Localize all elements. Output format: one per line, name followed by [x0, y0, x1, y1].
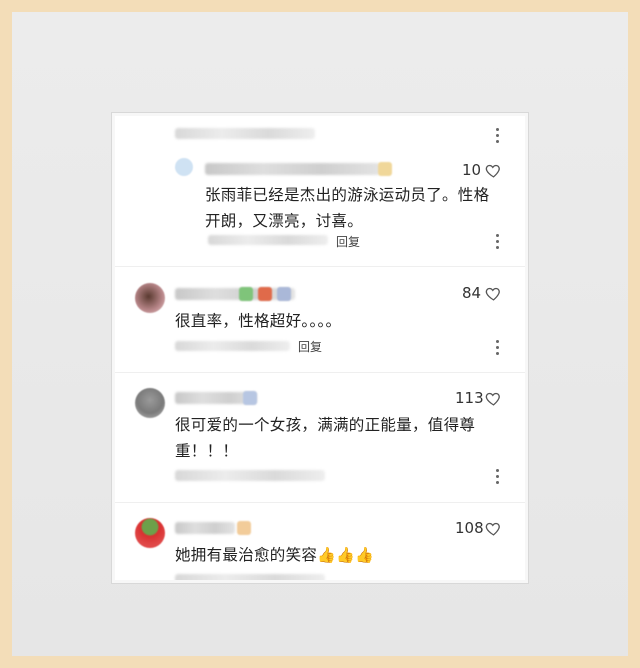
- more-options-icon[interactable]: [496, 234, 500, 250]
- comment-text: 张雨菲已经是杰出的游泳运动员了。性格开朗，又漂亮，讨喜。: [205, 186, 490, 230]
- blurred-timestamp: [208, 235, 328, 245]
- comment-text: 很可爱的一个女孩，满满的正能量，值得尊重！！！: [175, 416, 476, 460]
- thumbs-up-emoji: 👍👍👍: [317, 546, 375, 564]
- heart-outline-icon[interactable]: [485, 285, 502, 302]
- avatar[interactable]: [175, 158, 193, 176]
- avatar[interactable]: [135, 518, 165, 548]
- level-badge-icon: [243, 391, 257, 405]
- level-badge-icon: [239, 287, 253, 301]
- like-count: 108: [455, 519, 484, 537]
- comment-screenshot: 10 张雨菲已经是杰出的游泳运动员了。性格开朗，又漂亮，讨喜。 回复 84 很直…: [115, 116, 525, 580]
- avatar[interactable]: [135, 388, 165, 418]
- level-badge-icon: [378, 162, 392, 176]
- comment-text: 她拥有最治愈的笑容👍👍👍: [175, 542, 505, 568]
- fan-badge-icon: [277, 287, 291, 301]
- divider: [115, 372, 525, 373]
- blurred-username: [175, 128, 315, 139]
- blurred-timestamp: [175, 574, 325, 580]
- more-options-icon[interactable]: [496, 128, 500, 144]
- blurred-username[interactable]: [205, 163, 380, 175]
- comment-text: 很直率，性格超好。。。。: [175, 312, 342, 330]
- avatar[interactable]: [135, 283, 165, 313]
- heart-outline-icon[interactable]: [485, 520, 502, 537]
- reply-button[interactable]: 回复: [298, 338, 322, 355]
- like-count: 10: [462, 161, 482, 179]
- like-count: 84: [462, 284, 482, 302]
- reply-button[interactable]: 回复: [336, 233, 360, 250]
- comment-body: 她拥有最治愈的笑容: [175, 546, 318, 564]
- blurred-timestamp: [175, 341, 290, 351]
- heart-outline-icon[interactable]: [485, 162, 502, 179]
- like-count: 113: [455, 389, 484, 407]
- medal-badge-icon: [258, 287, 272, 301]
- more-options-icon[interactable]: [496, 340, 500, 356]
- blurred-username[interactable]: [175, 522, 235, 534]
- divider: [115, 502, 525, 503]
- heart-outline-icon[interactable]: [485, 390, 502, 407]
- level-badge-icon: [237, 521, 251, 535]
- blurred-timestamp: [175, 470, 325, 481]
- more-options-icon[interactable]: [496, 469, 500, 485]
- divider: [115, 266, 525, 267]
